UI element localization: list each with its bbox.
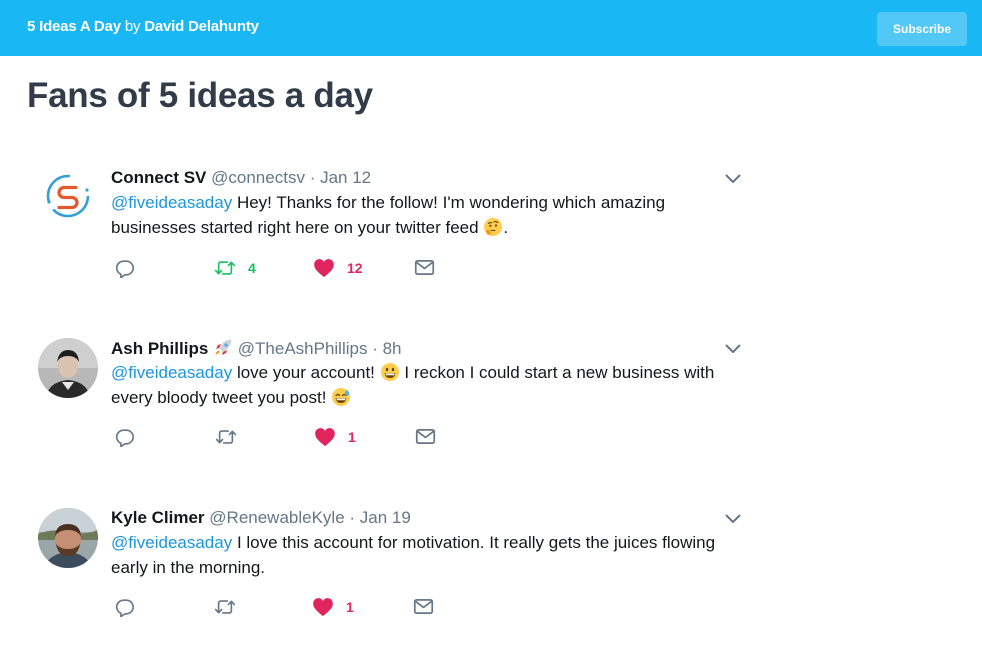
- thinking-face-emoji-icon: [483, 217, 503, 237]
- tweet-card[interactable]: Ash Phillips @TheAshPhillips · 8h @fivei…: [0, 320, 982, 460]
- retweet-icon: [214, 427, 238, 447]
- direct-message-button[interactable]: [413, 597, 434, 617]
- like-count: 1: [346, 599, 354, 615]
- user-name[interactable]: Ash Phillips: [111, 339, 208, 358]
- mention-link[interactable]: @fiveideasaday: [111, 363, 232, 382]
- avatar[interactable]: [38, 508, 98, 568]
- like-button[interactable]: [312, 597, 334, 617]
- tweet-time[interactable]: · Jan 19: [349, 508, 410, 527]
- tweet-time[interactable]: · 8h: [372, 339, 401, 358]
- reply-icon: [115, 258, 135, 278]
- retweet-icon: [213, 597, 237, 617]
- author-name: David Delahunty: [144, 18, 259, 35]
- like-count: 1: [348, 429, 356, 445]
- tweet-header: Kyle Climer @RenewableKyle · Jan 19: [111, 508, 411, 528]
- retweet-button[interactable]: [213, 597, 237, 617]
- direct-message-button[interactable]: [414, 258, 435, 278]
- tweet-card[interactable]: Connect SV @connectsv · Jan 12 @fiveidea…: [0, 150, 982, 290]
- heart-icon: [312, 597, 334, 617]
- reply-icon: [115, 427, 135, 447]
- tweet-text: @fiveideasaday love your account! I reck…: [111, 360, 751, 410]
- user-handle[interactable]: @RenewableKyle: [209, 508, 344, 527]
- mention-link[interactable]: @fiveideasaday: [111, 533, 232, 552]
- retweet-icon: [213, 258, 237, 278]
- envelope-icon: [415, 427, 436, 446]
- reply-button[interactable]: [115, 597, 135, 617]
- retweet-button[interactable]: [214, 427, 238, 447]
- envelope-icon: [414, 258, 435, 277]
- retweet-count: 4: [248, 260, 256, 276]
- user-photo: [38, 338, 98, 398]
- chevron-down-icon[interactable]: [725, 344, 741, 354]
- site-brand[interactable]: 5 Ideas A Day by David Delahunty: [27, 18, 259, 35]
- avatar[interactable]: [38, 166, 98, 226]
- user-handle[interactable]: @connectsv: [211, 168, 305, 187]
- tweet-header: Connect SV @connectsv · Jan 12: [111, 168, 371, 188]
- by-label: by: [124, 18, 141, 35]
- tweet-header: Ash Phillips @TheAshPhillips · 8h: [111, 338, 402, 359]
- site-name: 5 Ideas A Day: [27, 18, 121, 35]
- tweet-card[interactable]: Kyle Climer @RenewableKyle · Jan 19 @fiv…: [0, 490, 982, 630]
- header-bar: 5 Ideas A Day by David Delahunty Subscri…: [0, 0, 982, 56]
- tweet-text-part: love your account!: [232, 363, 375, 382]
- tweet-text: @fiveideasaday I love this account for m…: [111, 530, 751, 580]
- mention-link[interactable]: @fiveideasaday: [111, 193, 232, 212]
- like-button[interactable]: [313, 258, 335, 278]
- heart-icon: [314, 427, 336, 447]
- retweet-button[interactable]: [213, 258, 237, 278]
- rocket-emoji-icon: [213, 338, 233, 358]
- like-count: 12: [347, 260, 363, 276]
- direct-message-button[interactable]: [415, 427, 436, 447]
- sweat-smile-emoji-icon: [331, 387, 351, 407]
- user-photo: [38, 508, 98, 568]
- subscribe-button[interactable]: Subscribe: [877, 12, 967, 46]
- chevron-down-icon[interactable]: [725, 514, 741, 524]
- like-button[interactable]: [314, 427, 336, 447]
- user-handle[interactable]: @TheAshPhillips: [238, 339, 368, 358]
- reply-icon: [115, 597, 135, 617]
- avatar[interactable]: [38, 338, 98, 398]
- page-title: Fans of 5 ideas a day: [27, 76, 373, 115]
- heart-icon: [313, 258, 335, 278]
- user-name[interactable]: Kyle Climer: [111, 508, 205, 527]
- tweet-time[interactable]: · Jan 12: [310, 168, 371, 187]
- connectsv-logo: [38, 166, 98, 226]
- tweet-text-end: .: [503, 218, 509, 237]
- grinning-face-emoji-icon: [380, 362, 400, 382]
- reply-button[interactable]: [115, 427, 135, 447]
- envelope-icon: [413, 597, 434, 616]
- user-name[interactable]: Connect SV: [111, 168, 206, 187]
- reply-button[interactable]: [115, 258, 135, 278]
- tweet-text: @fiveideasaday Hey! Thanks for the follo…: [111, 190, 751, 240]
- chevron-down-icon[interactable]: [725, 174, 741, 184]
